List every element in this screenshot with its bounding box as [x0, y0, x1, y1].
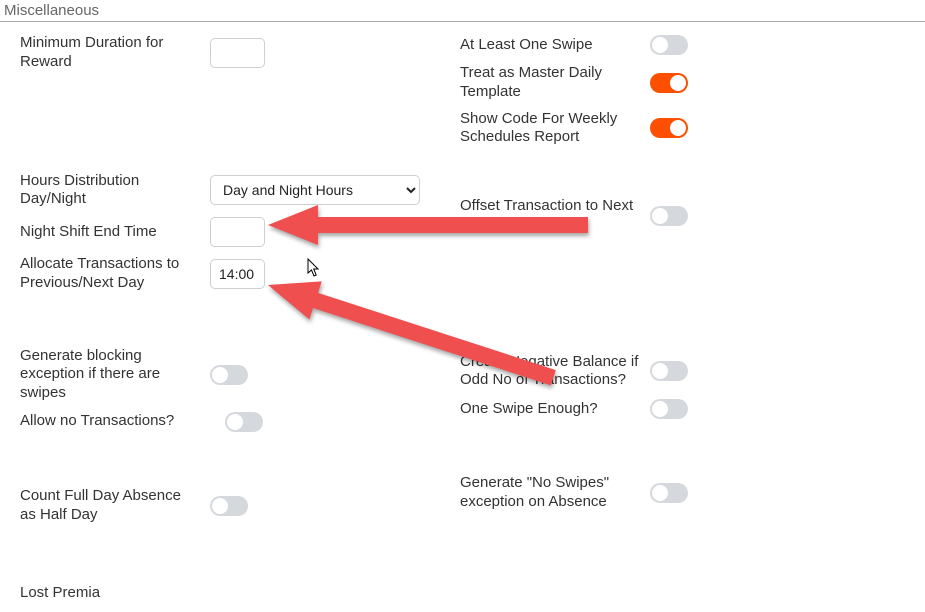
left-column: Minimum Duration for Reward Hours Distri…: [20, 30, 460, 612]
settings-grid: Minimum Duration for Reward Hours Distri…: [0, 30, 925, 612]
hours-dist-label: Hours Distribution Day/Night: [20, 172, 210, 210]
section-divider: [0, 21, 925, 22]
night-shift-label: Night Shift End Time: [20, 223, 210, 242]
allow-no-trans-label: Allow no Transactions?: [20, 412, 225, 431]
gen-no-swipes-label: Generate "No Swipes" exception on Absenc…: [460, 474, 650, 512]
allow-no-trans-toggle[interactable]: [225, 412, 263, 432]
create-neg-label: Create Negative Balance if Odd No of Tra…: [460, 353, 650, 391]
alloc-trans-label: Allocate Transactions to Previous/Next D…: [20, 255, 210, 293]
one-swipe-label: One Swipe Enough?: [460, 400, 650, 419]
hours-dist-select[interactable]: Day and Night Hours: [210, 175, 420, 205]
alloc-trans-input[interactable]: [210, 259, 265, 289]
offset-trans-toggle[interactable]: [650, 206, 688, 226]
at-least-swipe-toggle[interactable]: [650, 35, 688, 55]
at-least-swipe-label: At Least One Swipe: [460, 36, 650, 55]
count-full-label: Count Full Day Absence as Half Day: [20, 487, 210, 525]
gen-block-toggle[interactable]: [210, 365, 248, 385]
treat-master-toggle[interactable]: [650, 73, 688, 93]
show-code-toggle[interactable]: [650, 118, 688, 138]
offset-trans-label: Offset Transaction to Next Day: [460, 197, 650, 235]
count-full-toggle[interactable]: [210, 496, 248, 516]
one-swipe-toggle[interactable]: [650, 399, 688, 419]
gen-no-swipes-toggle[interactable]: [650, 483, 688, 503]
treat-master-label: Treat as Master Daily Template: [460, 64, 650, 102]
create-neg-toggle[interactable]: [650, 361, 688, 381]
night-shift-input[interactable]: [210, 217, 265, 247]
right-column: At Least One Swipe Treat as Master Daily…: [460, 30, 925, 612]
min-duration-label: Minimum Duration for Reward: [20, 34, 210, 72]
lost-premia-label: Lost Premia: [20, 584, 210, 603]
section-title: Miscellaneous: [0, 0, 925, 19]
min-duration-input[interactable]: [210, 38, 265, 68]
gen-block-label: Generate blocking exception if there are…: [20, 347, 210, 403]
show-code-label: Show Code For Weekly Schedules Report: [460, 110, 650, 148]
